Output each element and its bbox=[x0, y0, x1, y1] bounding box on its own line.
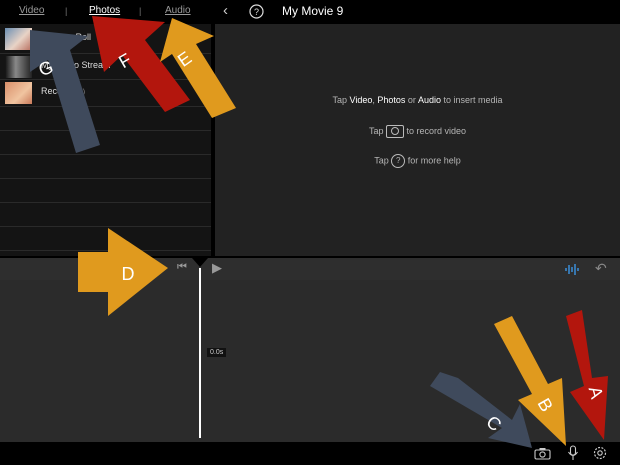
svg-text:D: D bbox=[122, 264, 135, 284]
annotation-overlay: G F E D C B A bbox=[30, 16, 608, 448]
annotation-arrow-a: A bbox=[566, 310, 608, 440]
annotation-arrow-c: C bbox=[430, 372, 532, 448]
annotation-arrow-d: D bbox=[78, 228, 168, 316]
annotation-arrow-g: G bbox=[30, 30, 100, 153]
